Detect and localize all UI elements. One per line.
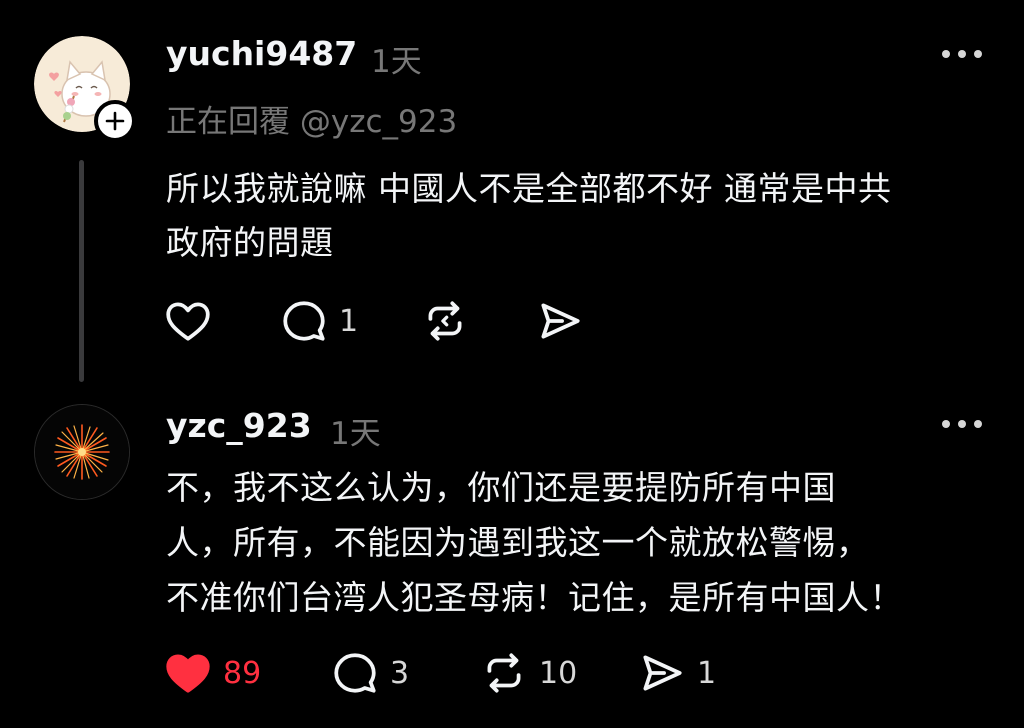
timestamp: 1天	[371, 44, 422, 80]
share-icon	[643, 655, 682, 691]
plus-icon	[105, 111, 125, 131]
like-count: 89	[223, 655, 262, 691]
post-text: 所以我就說嘛 中國人不是全部都不好 通常是中共 政府的問題	[166, 169, 892, 262]
comment-icon	[283, 301, 325, 341]
heart-icon	[166, 302, 210, 341]
thread-post: yuchi9487 1天 正在回覆 @yzc_923 所以我就說嘛 中國人不是全…	[0, 0, 1024, 390]
username[interactable]: yzc_923	[166, 406, 312, 445]
repost-icon	[428, 301, 462, 341]
avatar[interactable]	[34, 404, 130, 500]
share-count: 1	[697, 655, 717, 691]
post-text: 不，我不这么认为，你们还是要提防所有中国 人，所有，不能因为遇到我这一个就放松警…	[166, 468, 903, 617]
thread-post: yzc_923 1天 不，我不这么认为，你们还是要提防所有中国 人，所有，不能因…	[0, 390, 1024, 728]
share-icon	[541, 303, 580, 339]
share-button[interactable]: 1	[637, 648, 716, 698]
more-icon	[942, 50, 950, 58]
comment-button[interactable]: 1	[279, 296, 358, 346]
like-button[interactable]: 89	[163, 648, 261, 698]
comment-count: 1	[339, 303, 359, 339]
comment-button[interactable]: 3	[330, 648, 409, 698]
firework-avatar-icon	[35, 405, 129, 499]
follow-button[interactable]	[94, 100, 136, 142]
comment-count: 3	[390, 655, 410, 691]
username[interactable]: yuchi9487	[166, 34, 357, 73]
thread-line	[79, 160, 84, 382]
repost-icon	[487, 653, 521, 693]
comment-icon	[334, 653, 376, 693]
repost-count: 10	[539, 655, 578, 691]
reply-context[interactable]: 正在回覆 @yzc_923	[166, 96, 457, 141]
like-button[interactable]	[163, 296, 223, 346]
repost-button[interactable]	[420, 296, 480, 346]
heart-icon	[166, 654, 210, 693]
share-button[interactable]	[535, 296, 595, 346]
repost-button[interactable]: 10	[479, 648, 577, 698]
more-button[interactable]	[942, 414, 982, 434]
timestamp: 1天	[330, 416, 381, 452]
more-button[interactable]	[942, 44, 982, 64]
more-icon	[942, 420, 950, 428]
